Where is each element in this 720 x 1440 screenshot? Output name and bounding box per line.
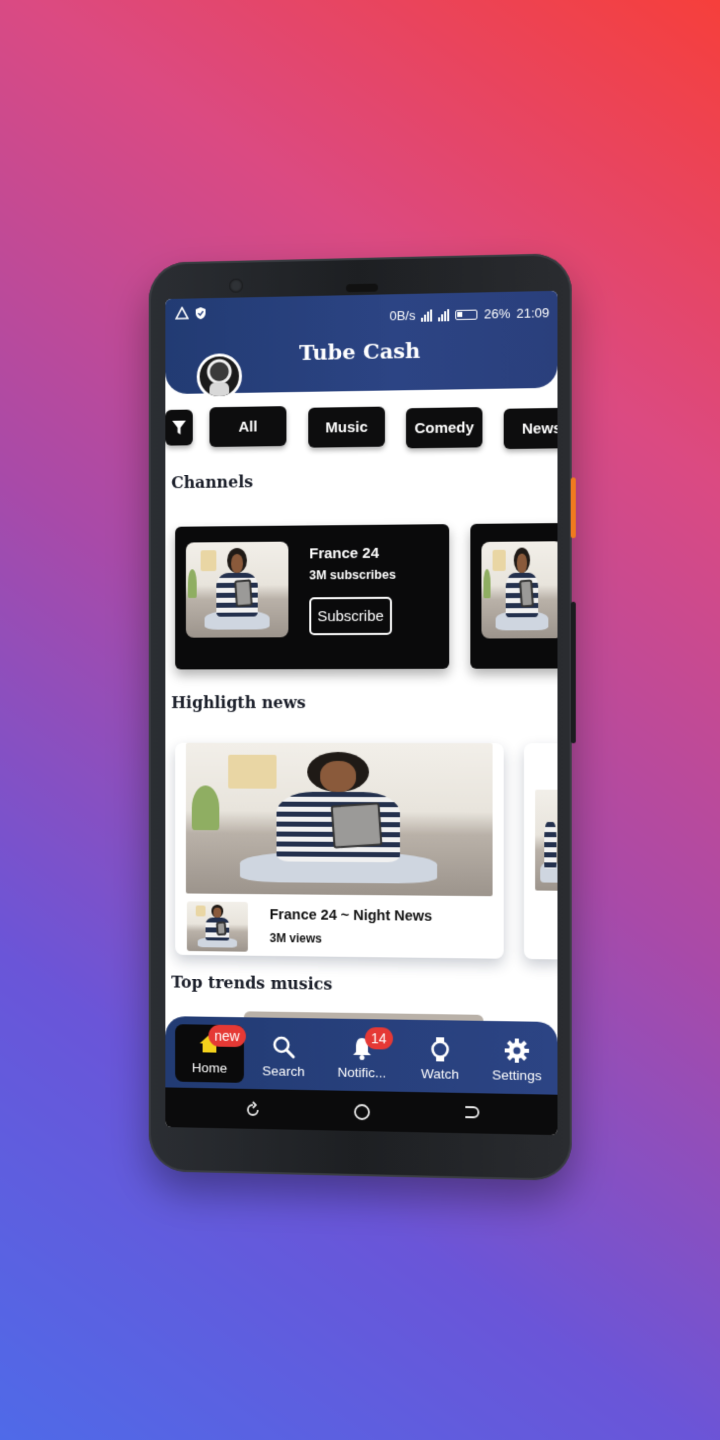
channel-card[interactable]: France 24 3M subscribes Subscribe [175, 524, 449, 669]
nav-home-label: Home [175, 1060, 244, 1076]
front-camera [229, 279, 243, 293]
nav-search[interactable]: Search [249, 1027, 318, 1086]
signal-icon [421, 309, 432, 321]
channel-name: France 24 [309, 545, 379, 563]
nav-watch-label: Watch [405, 1066, 475, 1082]
chip-comedy[interactable]: Comedy [406, 407, 482, 448]
nav-search-label: Search [249, 1063, 318, 1079]
power-button [571, 477, 576, 538]
shield-icon [195, 306, 207, 320]
battery-icon [456, 309, 478, 319]
clock: 21:09 [516, 305, 549, 321]
chip-music[interactable]: Music [308, 407, 385, 448]
signal-icon-2 [439, 309, 450, 321]
watch-icon [427, 1036, 453, 1063]
system-nav-bar [165, 1087, 557, 1135]
chip-news[interactable]: News [504, 408, 558, 449]
news-card-next[interactable] [524, 743, 558, 959]
home-circle-icon[interactable] [353, 1103, 371, 1121]
nav-watch[interactable]: Watch [405, 1030, 475, 1089]
news-image [186, 743, 493, 896]
section-top-music: Top trends musics [171, 973, 332, 994]
bottom-nav: Home new Search Notific... 14 Watch Sett… [165, 1016, 557, 1095]
nav-settings[interactable]: Settings [481, 1031, 552, 1091]
data-rate: 0B/s [389, 308, 415, 324]
news-image-next [535, 790, 557, 891]
nav-settings-label: Settings [481, 1067, 552, 1083]
recents-icon[interactable] [244, 1101, 262, 1119]
subscribe-button[interactable]: Subscribe [309, 597, 392, 635]
section-highlights: Highligth news [171, 693, 306, 712]
news-views: 3M views [270, 931, 322, 946]
phone-screen: 0B/s 26% 21:09 Tube Cash All Music Comed… [165, 291, 557, 1135]
channel-thumbnail-next [481, 541, 557, 638]
nav-home[interactable]: Home new [175, 1024, 244, 1083]
channel-subscribers: 3M subscribes [309, 568, 396, 583]
section-channels: Channels [171, 472, 253, 492]
gear-icon [504, 1037, 530, 1064]
news-title: France 24 ~ Night News [270, 907, 433, 925]
battery-level: 26% [484, 306, 510, 322]
back-icon[interactable] [461, 1103, 479, 1121]
nav-notifications[interactable]: Notific... 14 [327, 1029, 397, 1088]
filter-icon [171, 419, 187, 437]
volume-button [571, 602, 576, 744]
notification-count-badge: 14 [365, 1027, 393, 1049]
new-badge: new [208, 1025, 245, 1047]
channel-card-next[interactable] [470, 523, 557, 669]
earpiece [346, 284, 378, 293]
news-channel-thumbnail [187, 901, 248, 951]
filter-button[interactable] [165, 410, 192, 446]
phone-frame: 0B/s 26% 21:09 Tube Cash All Music Comed… [149, 253, 572, 1181]
filter-chips: All Music Comedy News [165, 402, 557, 452]
search-icon [271, 1034, 297, 1060]
news-card[interactable]: France 24 ~ Night News 3M views [175, 743, 504, 959]
channel-thumbnail [186, 542, 288, 638]
status-bar: 0B/s 26% 21:09 [175, 297, 549, 329]
chip-all[interactable]: All [209, 406, 286, 447]
nav-notifications-label: Notific... [327, 1064, 397, 1080]
warning-icon [175, 306, 189, 319]
